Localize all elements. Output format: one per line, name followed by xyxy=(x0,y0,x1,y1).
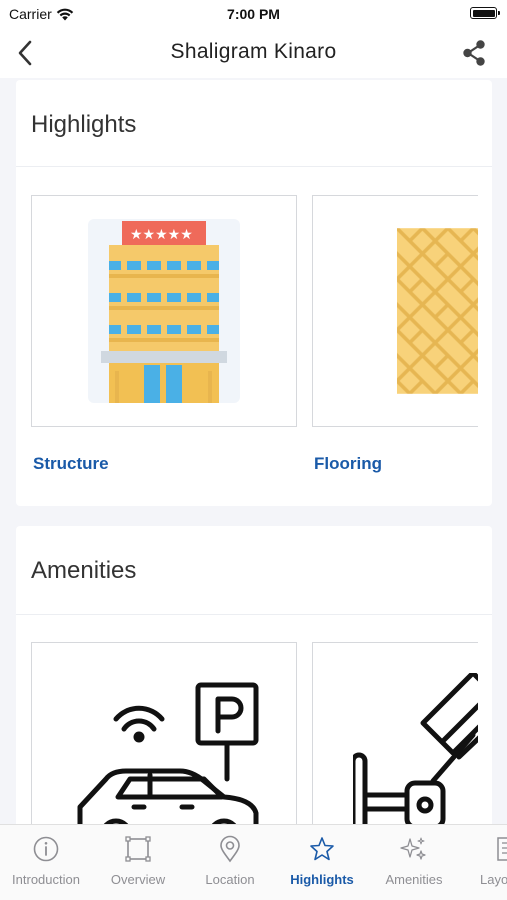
section-divider xyxy=(16,166,492,167)
amenity-card-security[interactable] xyxy=(312,642,478,836)
info-icon xyxy=(32,835,60,863)
amenity-card-parking[interactable] xyxy=(31,642,297,836)
parquet-floor-icon xyxy=(397,228,478,394)
status-time: 7:00 PM xyxy=(227,6,280,22)
section-divider xyxy=(16,614,492,615)
highlights-carousel[interactable]: ★★★★★ xyxy=(31,195,478,435)
highlight-card-flooring[interactable] xyxy=(312,195,478,427)
page-title: Shaligram Kinaro xyxy=(170,40,337,63)
location-pin-icon xyxy=(216,835,244,863)
amenities-section: Amenities xyxy=(16,526,492,836)
highlight-card-structure[interactable]: ★★★★★ xyxy=(31,195,297,427)
tab-layout[interactable]: Layo xyxy=(460,825,507,900)
back-button[interactable] xyxy=(10,38,40,68)
tab-location[interactable]: Location xyxy=(184,825,276,900)
highlight-label-flooring[interactable]: Flooring xyxy=(314,454,382,474)
tab-label: Layo xyxy=(480,872,507,887)
tab-highlights[interactable]: Highlights xyxy=(276,825,368,900)
svg-text:★★★★★: ★★★★★ xyxy=(130,227,193,243)
square-frame-icon xyxy=(124,835,152,863)
tab-overview[interactable]: Overview xyxy=(92,825,184,900)
chevron-left-icon xyxy=(18,40,32,66)
section-title-highlights: Highlights xyxy=(31,111,137,138)
share-button[interactable] xyxy=(459,38,489,68)
layout-icon xyxy=(492,835,507,863)
section-title-amenities: Amenities xyxy=(31,557,137,584)
tab-introduction[interactable]: Introduction xyxy=(0,825,92,900)
tab-label: Amenities xyxy=(385,872,443,887)
amenities-carousel[interactable] xyxy=(31,642,478,836)
hotel-building-icon: ★★★★★ xyxy=(88,219,240,403)
share-icon xyxy=(463,40,485,66)
tab-amenities[interactable]: Amenities xyxy=(368,825,460,900)
security-camera-icon xyxy=(353,673,478,836)
battery-icon xyxy=(470,7,500,19)
parking-car-icon xyxy=(77,682,259,836)
sparkle-icon xyxy=(400,835,428,863)
bottom-tab-bar: Introduction Overview Location Highlight… xyxy=(0,824,507,900)
highlight-label-structure[interactable]: Structure xyxy=(33,454,109,474)
highlights-section: Highlights ★★★★★ Structure Flooring xyxy=(16,80,492,506)
status-bar: Carrier 7:00 PM xyxy=(0,0,507,28)
navigation-bar: Shaligram Kinaro xyxy=(0,28,507,78)
star-icon xyxy=(308,835,336,863)
